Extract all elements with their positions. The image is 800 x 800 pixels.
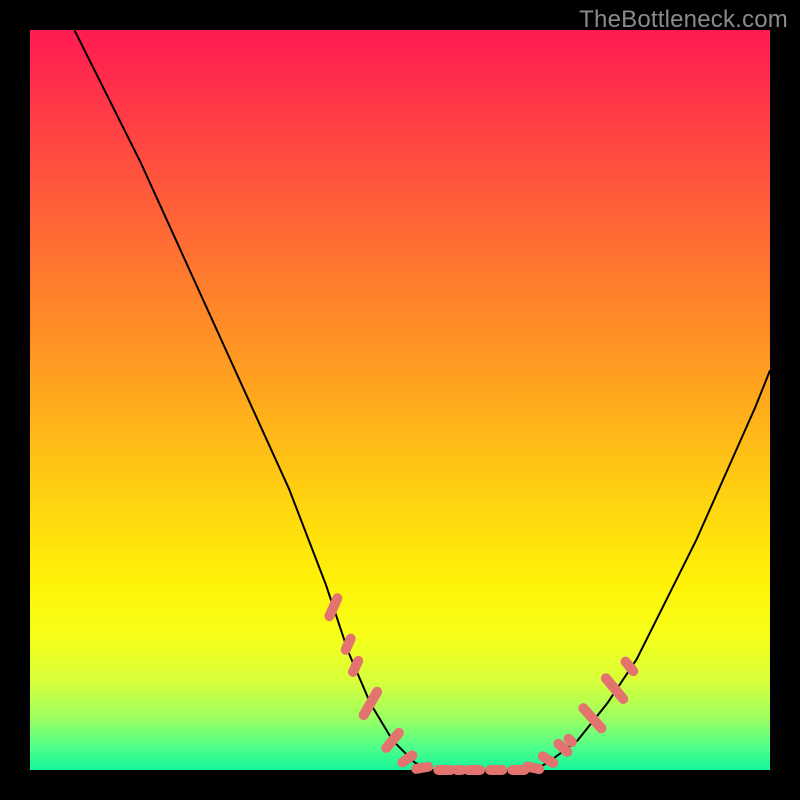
chart-frame: TheBottleneck.com: [0, 0, 800, 800]
watermark-label: TheBottleneck.com: [579, 6, 788, 34]
curve-marker: [485, 765, 507, 775]
curve-layer: [74, 30, 770, 770]
curve-marker: [346, 654, 365, 678]
curve-marker: [357, 685, 384, 722]
curve-marker: [323, 592, 344, 623]
bottleneck-curve: [74, 30, 770, 770]
chart-svg: [30, 30, 770, 770]
curve-marker: [463, 765, 485, 775]
marker-layer: [323, 592, 640, 775]
